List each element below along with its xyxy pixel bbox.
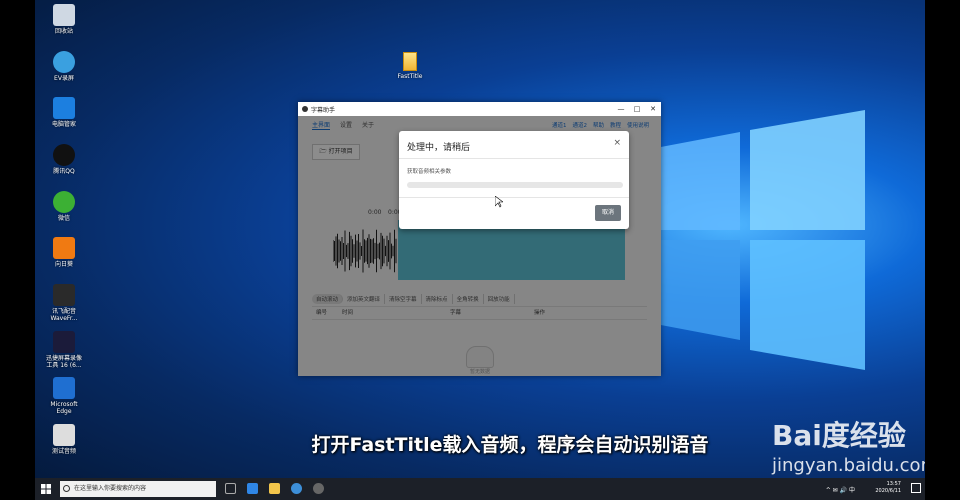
- fasttitle-file-label: FastTitle: [397, 73, 423, 80]
- desktop-icon-label: 讯飞配音 WaveFr...: [50, 308, 78, 322]
- divider: [399, 197, 629, 198]
- folder-zip-icon: [403, 52, 417, 71]
- maximize-button[interactable]: □: [629, 105, 645, 113]
- desktop-icon-label: 迅捷屏幕录像 工具 16 (6...: [45, 355, 82, 369]
- wechat-icon[interactable]: 微信: [37, 191, 91, 222]
- edge-icon[interactable]: Microsoft Edge: [37, 377, 91, 415]
- desktop-icon-label: 微信: [57, 215, 70, 222]
- screen-recorder-icon[interactable]: 迅捷屏幕录像 工具 16 (6...: [37, 331, 91, 369]
- search-icon: [63, 485, 70, 492]
- app-taskbar-icon[interactable]: [313, 483, 324, 494]
- wavefr-icon[interactable]: 讯飞配音 WaveFr...: [37, 284, 91, 322]
- windows-logo-wallpaper: [645, 110, 865, 370]
- task-view-icon[interactable]: [225, 483, 236, 494]
- divider: [399, 158, 629, 159]
- video-subtitle: 打开FastTitle载入音频，程序会自动识别语音: [311, 434, 709, 456]
- audio-file-icon[interactable]: 测试音频: [37, 424, 91, 455]
- close-button[interactable]: ✕: [645, 105, 661, 113]
- desktop-icon-label: 腾讯QQ: [53, 168, 75, 175]
- qq-icon[interactable]: 腾讯QQ: [37, 144, 91, 175]
- taskbar: 在这里输入你要搜索的内容 ^ ✉ 🔊 中 13:57 2020/6/11: [35, 478, 925, 500]
- dialog-status: 获取音频相关参数: [407, 169, 452, 175]
- windows-start-icon[interactable]: [41, 484, 51, 494]
- sunflower-icon[interactable]: 向日葵: [37, 237, 91, 268]
- app-titlebar: 字幕助手 — □ ✕: [298, 102, 661, 117]
- app-title: 字幕助手: [311, 106, 336, 114]
- taskbar-search-input[interactable]: 在这里输入你要搜索的内容: [60, 481, 216, 497]
- desktop-icon-label: EV录屏: [54, 75, 74, 82]
- edge-taskbar-icon[interactable]: [247, 483, 258, 494]
- desktop-icon-label: 回收站: [54, 28, 73, 35]
- browser-taskbar-icon[interactable]: [291, 483, 302, 494]
- file-explorer-icon[interactable]: [269, 483, 280, 494]
- ev-recorder-icon[interactable]: EV录屏: [37, 51, 91, 82]
- dialog-title: 处理中，请稍后: [407, 143, 471, 153]
- system-tray-icons[interactable]: ^ ✉ 🔊 中: [826, 485, 855, 494]
- desktop-icon-label: 向日葵: [54, 261, 73, 268]
- app-logo-icon: [302, 106, 308, 112]
- dialog-close-icon[interactable]: ×: [613, 138, 621, 148]
- search-placeholder: 在这里输入你要搜索的内容: [74, 485, 147, 492]
- baidu-logo: Bai度经验: [772, 419, 906, 452]
- clock-time: 13:57: [886, 481, 901, 487]
- mouse-cursor-icon: [495, 196, 503, 208]
- minimize-button[interactable]: —: [613, 105, 629, 113]
- fasttitle-file-icon[interactable]: FastTitle: [390, 52, 430, 80]
- recycle-bin-icon[interactable]: 回收站: [37, 4, 91, 35]
- processing-dialog: 处理中，请稍后 × 获取音频相关参数 取消: [399, 131, 629, 229]
- cancel-button[interactable]: 取消: [595, 205, 621, 221]
- desktop-icon-label: 电脑管家: [51, 121, 76, 128]
- desktop-icon-label: 测试音频: [51, 448, 76, 455]
- notification-icon[interactable]: [911, 483, 921, 493]
- pc-manager-icon[interactable]: 电脑管家: [37, 97, 91, 128]
- desktop: 回收站 EV录屏 电脑管家 腾讯QQ 微信 向日葵 讯飞配音 WaveFr...…: [35, 0, 925, 500]
- clock[interactable]: 13:57 2020/6/11: [875, 481, 901, 495]
- progress-bar: [407, 182, 623, 188]
- clock-date: 2020/6/11: [875, 488, 901, 494]
- desktop-icon-label: Microsoft Edge: [50, 401, 78, 415]
- baidu-url: jingyan.baidu.com: [772, 455, 925, 476]
